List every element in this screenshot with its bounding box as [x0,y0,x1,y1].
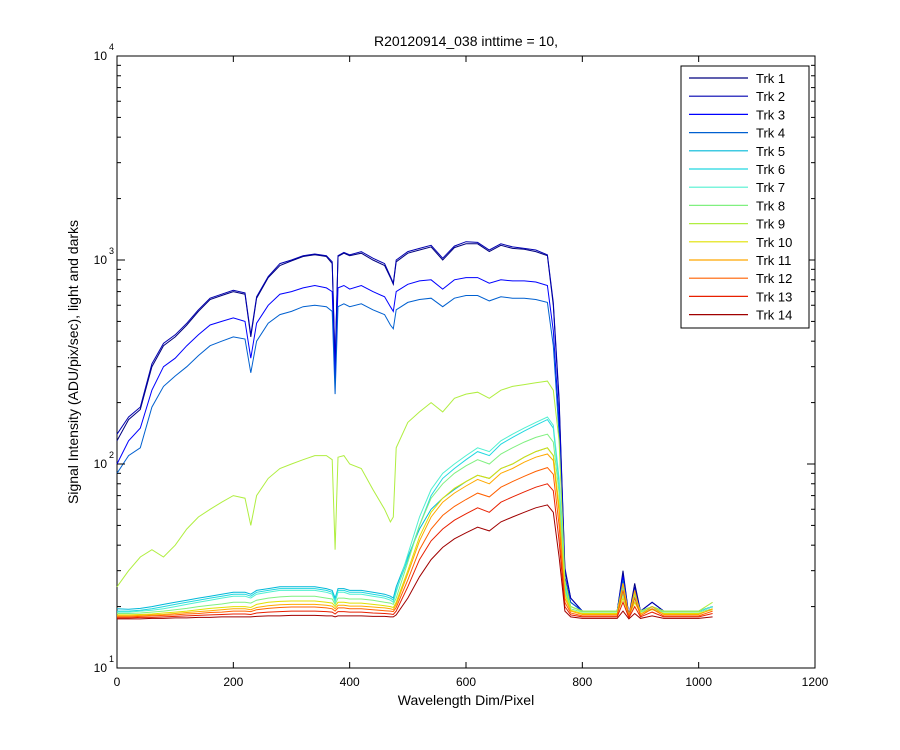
legend-label: Trk 12 [756,271,792,286]
x-tick-label: 200 [223,675,243,689]
y-tick-label: 10 [94,253,108,267]
x-tick-label: 0 [114,675,121,689]
y-tick-exponent: 1 [109,654,114,664]
legend-label: Trk 5 [756,144,785,159]
legend-label: Trk 2 [756,89,785,104]
legend-label: Trk 3 [756,107,785,122]
legend-label: Trk 9 [756,217,785,232]
x-axis-label: Wavelength Dim/Pixel [398,692,534,708]
legend-label: Trk 1 [756,71,785,86]
y-tick-exponent: 2 [109,450,114,460]
y-axis-label: Signal Intensity (ADU/pix/sec), light an… [65,220,81,504]
legend-label: Trk 4 [756,126,785,141]
legend-label: Trk 6 [756,162,785,177]
y-tick-label: 10 [94,457,108,471]
x-tick-label: 1200 [802,675,829,689]
legend-label: Trk 13 [756,289,792,304]
chart-title: R20120914_038 inttime = 10, [374,33,558,49]
chart: 0 200 400 600 800 1000 1200 101102103104 R2012… [0,0,900,750]
legend-label: Trk 10 [756,235,792,250]
y-tick-label: 10 [94,661,108,675]
y-tick-label: 10 [94,49,108,63]
x-tick-label: 400 [340,675,360,689]
legend: Trk 1 Trk 2 Trk 3 Trk 4 Trk 5 Trk 6 Trk 7 Trk 8… [680,65,810,329]
y-tick-exponent: 3 [109,246,114,256]
x-tick-label: 800 [572,675,592,689]
legend-label: Trk 14 [756,308,792,323]
legend-label: Trk 7 [756,180,785,195]
legend-label: Trk 8 [756,198,785,213]
legend-label: Trk 11 [756,253,791,268]
x-tick-label: 600 [456,675,476,689]
y-tick-exponent: 4 [109,42,114,52]
x-tick-label: 1000 [685,675,712,689]
